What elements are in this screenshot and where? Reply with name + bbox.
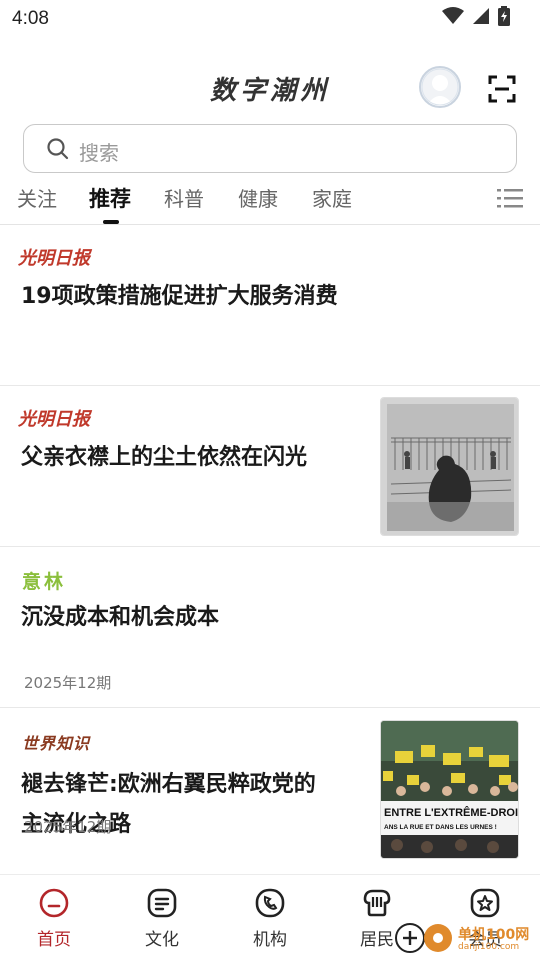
article-title-line1: 褪去锋芒:欧洲右翼民粹政党的 bbox=[21, 772, 316, 797]
banner-subtext: ANS LA RUE ET DANS LES URNES ! bbox=[384, 824, 497, 831]
article-source: 世界知识 bbox=[22, 734, 91, 753]
article-card[interactable]: 光明日报 父亲衣襟上的尘土依然在闪光 bbox=[0, 386, 540, 547]
search-placeholder: 搜索 bbox=[79, 141, 119, 165]
tab-health[interactable]: 健康 bbox=[238, 183, 278, 212]
culture-icon bbox=[147, 888, 177, 918]
institution-icon bbox=[255, 888, 285, 918]
status-bar: 4:08 bbox=[0, 0, 540, 36]
article-card[interactable]: 世界知识 褪去锋芒:欧洲右翼民粹政党的 主流化之路 2025年12期 ENTRE… bbox=[0, 708, 540, 873]
tab-follow[interactable]: 关注 bbox=[17, 183, 57, 212]
watermark: 单机100网 danji100.com bbox=[392, 918, 540, 958]
article-thumbnail bbox=[380, 397, 519, 536]
scan-icon[interactable] bbox=[487, 74, 517, 104]
article-issue: 2025年12期 bbox=[24, 818, 112, 836]
nav-institution[interactable]: 机构 bbox=[230, 887, 310, 950]
article-thumbnail: ENTRE L'EXTRÊME-DROIT ANS LA RUE ET DANS… bbox=[380, 720, 519, 859]
member-icon bbox=[470, 888, 500, 918]
user-avatar-icon bbox=[421, 68, 459, 106]
article-issue: 2025年12期 bbox=[24, 674, 112, 692]
tab-science[interactable]: 科普 bbox=[164, 183, 204, 212]
home-icon bbox=[39, 888, 69, 918]
article-source: 意林 bbox=[22, 571, 67, 593]
article-title: 沉没成本和机会成本 bbox=[21, 605, 220, 630]
banner-text: ENTRE L'EXTRÊME-DROIT bbox=[384, 806, 519, 819]
status-icons bbox=[442, 6, 510, 26]
article-source: 光明日报 bbox=[18, 248, 90, 269]
watermark-subtext: danji100.com bbox=[458, 942, 520, 952]
wifi-icon bbox=[442, 7, 464, 24]
resident-icon bbox=[363, 889, 391, 917]
nav-label: 首页 bbox=[37, 930, 71, 950]
active-tab-indicator bbox=[103, 220, 119, 224]
category-tabs: 关注 推荐 科普 健康 家庭 bbox=[0, 180, 540, 225]
search-icon bbox=[47, 138, 69, 160]
sketch-illustration bbox=[381, 398, 518, 535]
signal-icon bbox=[473, 8, 489, 24]
protest-photo: ENTRE L'EXTRÊME-DROIT ANS LA RUE ET DANS… bbox=[381, 721, 519, 858]
article-source: 光明日报 bbox=[18, 409, 90, 430]
nav-label: 机构 bbox=[253, 930, 287, 950]
watermark-text: 单机100网 bbox=[458, 927, 530, 943]
avatar[interactable] bbox=[419, 66, 461, 108]
battery-icon bbox=[498, 6, 510, 26]
nav-culture[interactable]: 文化 bbox=[122, 887, 202, 950]
nav-home[interactable]: 首页 bbox=[14, 887, 94, 950]
search-input[interactable]: 搜索 bbox=[23, 124, 517, 173]
article-feed: 光明日报 19项政策措施促进扩大服务消费 光明日报 父亲衣襟上的尘土依然在闪光 bbox=[0, 226, 540, 873]
article-title: 父亲衣襟上的尘土依然在闪光 bbox=[21, 445, 308, 470]
tab-recommend[interactable]: 推荐 bbox=[89, 183, 131, 213]
article-card[interactable]: 意林 沉没成本和机会成本 2025年12期 bbox=[0, 547, 540, 708]
article-card[interactable]: 光明日报 19项政策措施促进扩大服务消费 bbox=[0, 226, 540, 386]
status-time: 4:08 bbox=[12, 8, 49, 29]
category-menu-icon[interactable] bbox=[497, 186, 523, 210]
tab-family[interactable]: 家庭 bbox=[312, 183, 352, 212]
watermark-logo-icon bbox=[395, 923, 452, 953]
article-title: 19项政策措施促进扩大服务消费 bbox=[21, 284, 338, 309]
nav-label: 文化 bbox=[145, 930, 179, 950]
app-header: 数字潮州 bbox=[0, 60, 540, 116]
